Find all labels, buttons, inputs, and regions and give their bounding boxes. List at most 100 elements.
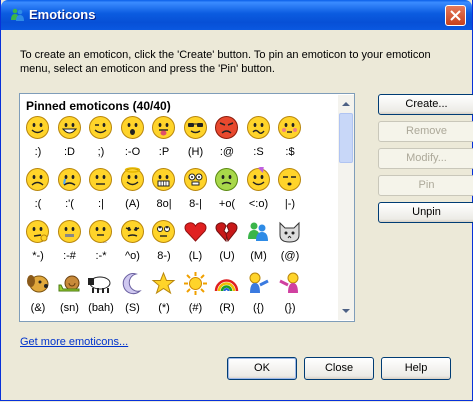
emoticon-item[interactable]: :'(	[54, 167, 86, 221]
emoticon-item[interactable]: (#)	[180, 271, 212, 321]
title-bar[interactable]: Emoticons	[1, 0, 472, 30]
help-button-label: Help	[404, 362, 428, 374]
close-button[interactable]: Close	[304, 357, 374, 380]
window-title: Emoticons	[29, 7, 96, 22]
emoticon-item[interactable]: (@)	[274, 219, 306, 273]
moon-icon	[122, 273, 142, 295]
sleepy-icon	[278, 168, 301, 191]
secret-icon: ..	[89, 220, 112, 244]
unpin-button[interactable]: Unpin	[378, 202, 473, 223]
scroll-up-arrow-icon[interactable]	[338, 96, 354, 112]
tongue-out-icon	[152, 116, 175, 139]
angel-icon	[120, 167, 144, 191]
modify-button[interactable]: Modify...	[378, 148, 473, 169]
black-sheep-icon	[88, 276, 111, 293]
thinking-icon	[26, 220, 49, 243]
ok-button-label: OK	[254, 362, 270, 374]
emoticon-item[interactable]: (*)	[148, 271, 180, 321]
emoticon-shortcut: (})	[284, 302, 296, 314]
remove-button[interactable]: Remove	[378, 121, 473, 142]
sarcastic-icon	[120, 220, 144, 243]
emoticon-item[interactable]: (U)	[211, 219, 243, 273]
scroll-down-arrow-icon[interactable]	[338, 303, 354, 319]
surprised-icon	[120, 116, 144, 139]
get-more-emoticons-link[interactable]: Get more emoticons...	[20, 336, 128, 348]
cat-face-icon	[279, 221, 300, 243]
hot-sunglasses-icon	[183, 116, 207, 139]
emoticon-item[interactable]: :@	[211, 115, 243, 169]
pin-button[interactable]: Pin	[378, 175, 473, 196]
sick-icon	[215, 168, 238, 191]
emoticon-item[interactable]: (bah)	[85, 271, 117, 321]
smile-icon	[26, 116, 49, 139]
emoticon-item[interactable]: (A)	[117, 167, 149, 221]
emoticon-item[interactable]: :$	[274, 115, 306, 169]
pinned-emoticons-list[interactable]: Pinned emoticons (40/40) :):D;):-O:P (H):…	[19, 93, 355, 322]
list-header: Pinned emoticons (40/40)	[26, 99, 171, 113]
emoticon-item[interactable]: ^o)	[117, 219, 149, 273]
embarrassed-icon	[278, 116, 301, 139]
emoticon-item[interactable]: ({)	[243, 271, 275, 321]
messenger-app-icon	[11, 8, 24, 21]
emoticon-item[interactable]: :D	[54, 115, 86, 169]
sun-icon	[183, 272, 207, 295]
angry-icon	[215, 116, 238, 139]
close-icon	[450, 10, 461, 21]
emoticon-item[interactable]: (L)	[180, 219, 212, 273]
emoticon-item[interactable]: (M)	[243, 219, 275, 273]
boy-hug-icon	[249, 272, 269, 293]
emoticon-item[interactable]: :-O	[117, 115, 149, 169]
emoticon-item[interactable]: <:o)	[243, 167, 275, 221]
emoticon-item[interactable]: :-#	[54, 219, 86, 273]
emoticon-item[interactable]: 8-|	[180, 167, 212, 221]
nerd-icon	[183, 168, 207, 191]
emoticon-item[interactable]: :P	[148, 115, 180, 169]
dont-tell-icon	[57, 220, 81, 243]
svg-text:..: ..	[103, 238, 107, 244]
emoticon-item[interactable]: :S	[243, 115, 275, 169]
emoticon-item[interactable]: (})	[274, 271, 306, 321]
broken-heart-icon	[215, 222, 238, 243]
create-button[interactable]: Create...	[378, 94, 473, 115]
remove-button-label: Remove	[406, 125, 447, 137]
emoticon-item[interactable]: :(	[22, 167, 54, 221]
emoticon-item[interactable]: ;)	[85, 115, 117, 169]
confused-icon	[246, 116, 270, 139]
vertical-scrollbar[interactable]	[338, 95, 354, 320]
unpin-button-label: Unpin	[412, 206, 441, 218]
emoticon-shortcut: |-)	[284, 198, 296, 210]
crying-icon	[57, 168, 81, 191]
wink-icon	[89, 116, 112, 139]
emoticon-item[interactable]: (S)	[117, 271, 149, 321]
ok-button[interactable]: OK	[227, 357, 297, 380]
emoticon-item[interactable]: :)	[22, 115, 54, 169]
eye-rolling-icon	[152, 220, 175, 243]
emoticon-item[interactable]: (&)	[22, 271, 54, 321]
dog-face-icon	[27, 275, 49, 293]
help-button[interactable]: Help	[381, 357, 451, 380]
emoticon-shortcut: :$	[285, 146, 295, 158]
emoticon-item[interactable]: 8-)	[148, 219, 180, 273]
emoticon-item[interactable]: :|	[85, 167, 117, 221]
emoticon-item[interactable]: *-)	[22, 219, 54, 273]
scroll-thumb[interactable]	[339, 113, 353, 163]
emoticon-item[interactable]: +o(	[211, 167, 243, 221]
emoticon-item[interactable]: (R)	[211, 271, 243, 321]
close-window-button[interactable]	[445, 5, 466, 26]
emoticon-item[interactable]: ..:-*	[85, 219, 117, 273]
sad-icon	[26, 168, 49, 191]
messenger-icon	[247, 222, 268, 241]
create-button-label: Create...	[405, 98, 448, 110]
emoticon-item[interactable]: |-)	[274, 167, 306, 221]
emoticon-item[interactable]: (H)	[180, 115, 212, 169]
pin-button-label: Pin	[418, 179, 435, 191]
emoticon-item[interactable]: 8o|	[148, 167, 180, 221]
close-button-label: Close	[324, 362, 354, 374]
emoticon-shortcut: (@)	[280, 250, 300, 262]
rainbow-icon	[214, 279, 239, 292]
big-grin-icon	[57, 116, 81, 139]
girl-hug-icon	[279, 272, 299, 293]
baring-teeth-icon	[152, 168, 175, 191]
modify-button-label: Modify...	[406, 152, 447, 164]
emoticon-item[interactable]: (sn)	[54, 271, 86, 321]
